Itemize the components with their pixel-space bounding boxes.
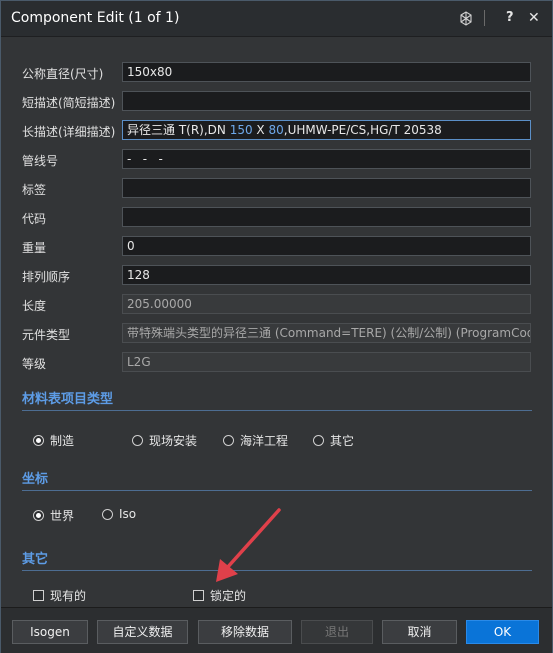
label-spec: 等级 [22, 357, 47, 371]
dialog-footer: Isogen 自定义数据 移除数据 退出 取消 OK [1, 607, 552, 653]
dialog-title: Component Edit (1 of 1) [11, 10, 180, 26]
radio-offshore-label: 海洋工程 [240, 434, 289, 448]
radio-iso-dot[interactable] [102, 508, 113, 520]
code-field[interactable] [122, 207, 531, 227]
radio-field-install[interactable]: 现场安装 [132, 432, 197, 449]
component-type-field: 带特殊端头类型的异径三通 (Command=TERE) (公制/公制) (Pro… [122, 323, 531, 343]
radio-world-dot[interactable] [33, 510, 44, 521]
coordinates-divider [22, 490, 532, 491]
long-desc-part-2: X [252, 123, 269, 137]
radio-other-dot[interactable] [313, 435, 324, 446]
radio-offshore[interactable]: 海洋工程 [223, 432, 288, 449]
tag-field[interactable] [122, 178, 531, 198]
long-desc-size-1: 150 [229, 123, 253, 137]
mesh-icon[interactable] [458, 11, 474, 31]
radio-iso-label: Iso [119, 507, 137, 521]
annotation-arrow-icon [216, 508, 281, 582]
radio-world-label: 世界 [50, 509, 75, 523]
radio-iso[interactable]: Iso [102, 507, 136, 521]
bom-type-divider [22, 410, 532, 411]
component-edit-dialog: Component Edit (1 of 1) ? ✕ 公称直径(尺寸) 150… [0, 0, 553, 653]
radio-fabricate-dot[interactable] [33, 435, 44, 446]
label-sort-order: 排列顺序 [22, 270, 71, 284]
label-line-number: 管线号 [22, 154, 59, 168]
radio-field-install-dot[interactable] [132, 435, 143, 446]
long-description-field[interactable]: 异径三通 T(R),DN 150 X 80,UHMW-PE/CS,HG/T 20… [122, 120, 531, 140]
checkbox-existing-label: 现有的 [50, 589, 87, 603]
short-description-field[interactable] [122, 91, 531, 111]
radio-field-install-label: 现场安装 [149, 434, 198, 448]
radio-offshore-dot[interactable] [223, 435, 234, 446]
exit-button: 退出 [301, 620, 373, 644]
title-bar: Component Edit (1 of 1) ? ✕ [1, 1, 552, 37]
label-nominal-diameter: 公称直径(尺寸) [22, 67, 104, 81]
ok-button[interactable]: OK [466, 620, 539, 644]
label-component-type: 元件类型 [22, 328, 71, 342]
close-icon[interactable]: ✕ [528, 10, 540, 26]
radio-other[interactable]: 其它 [313, 432, 354, 449]
weight-field[interactable]: 0 [122, 236, 531, 256]
remove-data-button[interactable]: 移除数据 [198, 620, 292, 644]
sort-order-field[interactable]: 128 [122, 265, 531, 285]
checkbox-existing-box[interactable] [33, 590, 44, 601]
label-long-description: 长描述(详细描述) [22, 125, 116, 139]
checkbox-locked[interactable]: 锁定的 [193, 587, 246, 604]
label-length: 长度 [22, 299, 47, 313]
other-section-title: 其它 [22, 552, 49, 567]
checkbox-locked-label: 锁定的 [210, 589, 247, 603]
radio-fabricate[interactable]: 制造 [33, 432, 74, 449]
radio-world[interactable]: 世界 [33, 507, 74, 524]
checkbox-locked-box[interactable] [193, 590, 204, 601]
custom-data-button[interactable]: 自定义数据 [97, 620, 188, 644]
label-tag: 标签 [22, 183, 47, 197]
checkbox-existing[interactable]: 现有的 [33, 587, 86, 604]
cancel-button[interactable]: 取消 [382, 620, 457, 644]
radio-fabricate-label: 制造 [50, 434, 75, 448]
bom-type-section-title: 材料表项目类型 [22, 392, 114, 407]
length-field: 205.00000 [122, 294, 531, 314]
long-desc-size-2: 80 [268, 123, 284, 137]
label-short-description: 短描述(简短描述) [22, 96, 116, 110]
label-code: 代码 [22, 212, 47, 226]
label-weight: 重量 [22, 241, 47, 255]
title-separator [484, 10, 485, 26]
long-desc-part-1: 异径三通 T(R),DN [127, 123, 230, 137]
line-number-field[interactable]: - - - [122, 149, 531, 169]
isogen-button[interactable]: Isogen [12, 620, 88, 644]
radio-other-label: 其它 [330, 434, 355, 448]
spec-field: L2G [122, 352, 531, 372]
long-desc-part-3: ,UHMW-PE/CS,HG/T 20538 [283, 123, 442, 137]
nominal-diameter-field[interactable]: 150x80 [122, 62, 531, 82]
help-icon[interactable]: ? [506, 10, 514, 25]
coordinates-section-title: 坐标 [22, 472, 49, 487]
